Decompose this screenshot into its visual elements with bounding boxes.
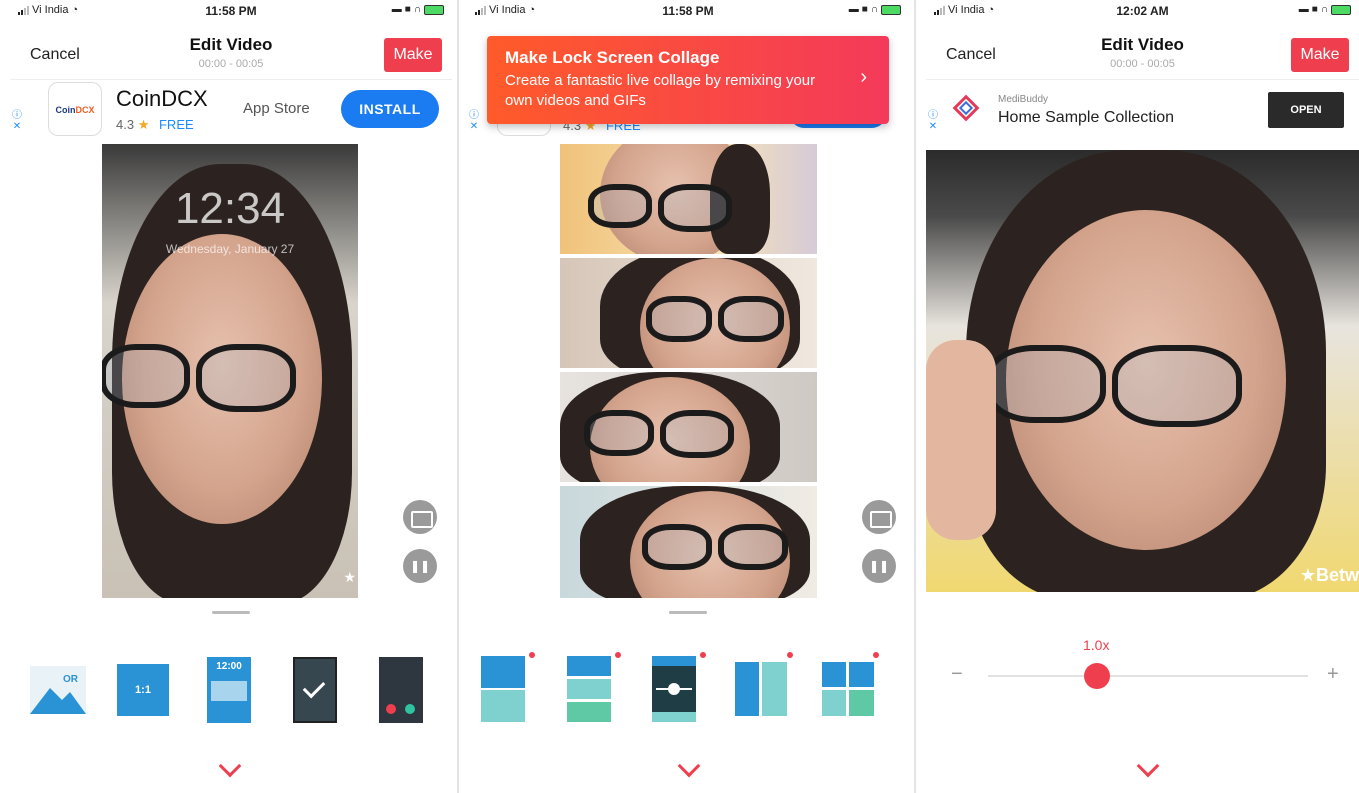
make-button[interactable]: Make <box>1291 38 1349 72</box>
screen-edit-video: Vi India ◔ 11:58 PM ▬ ■ ∩ Cancel Edit Vide… <box>10 0 452 793</box>
tool-check-screen[interactable] <box>293 657 337 723</box>
status-icons: ▬ ■ ∩ <box>392 4 444 15</box>
screenshot-stage: Vi India ◔ 11:58 PM ▬ ■ ∩ Cancel Edit Vide… <box>0 0 1359 793</box>
ad-info-icon[interactable]: ⓘ ✕ <box>12 110 22 132</box>
speed-slider-track[interactable] <box>988 675 1308 677</box>
headphones-icon: ∩ <box>1320 4 1328 15</box>
star-overlay-icon: ★ <box>343 569 356 585</box>
check-icon <box>302 675 326 699</box>
new-badge <box>529 652 535 658</box>
make-button[interactable]: Make <box>384 38 442 72</box>
collage-strip-2[interactable] <box>560 258 817 368</box>
chevron-down-icon[interactable] <box>218 754 242 778</box>
ad-title: Home Sample Collection <box>998 109 1175 126</box>
overlay-text: ★Betw <box>1299 565 1359 585</box>
status-bar: Vi India ◔ 12:02 AM ▬ ■ ∩ <box>926 0 1359 22</box>
open-button[interactable]: OPEN <box>1268 92 1344 128</box>
screen-speed: Vi India ◔ 12:02 AM ▬ ■ ∩ Cancel Edit Vide… <box>926 0 1359 793</box>
pause-icon[interactable]: ❚❚ <box>403 549 437 583</box>
ad-close-icon[interactable]: ✕ <box>13 121 21 132</box>
clock-label: 12:00 <box>216 661 242 672</box>
layout-3-rows[interactable] <box>567 656 611 722</box>
lockscreen-date: Wednesday, January 27 <box>165 242 295 256</box>
ad-info-icon[interactable]: ⓘ ✕ <box>928 110 938 132</box>
decline-icon <box>386 704 396 714</box>
calendar-icon[interactable] <box>403 500 437 534</box>
chevron-down-icon[interactable] <box>677 754 701 778</box>
car-icon: ▬ <box>391 4 402 15</box>
screen-collage: Vi India ◔ 11:58 PM ▬ ■ ∩ 4.3 ★ FREE ⓘ ✕ Ma… <box>467 0 909 793</box>
layout-grid-4[interactable] <box>822 662 874 716</box>
plus-icon[interactable]: + <box>1327 663 1339 686</box>
glasses <box>102 344 296 412</box>
medibuddy-logo <box>952 94 980 122</box>
ad-close-icon[interactable]: ✕ <box>470 121 478 132</box>
status-time: 11:58 PM <box>205 4 257 18</box>
calendar-icon[interactable] <box>862 500 896 534</box>
layout-slider[interactable] <box>652 656 696 722</box>
headphones-icon: ∩ <box>413 4 421 15</box>
tool-ratio-1-1[interactable]: 1:1 <box>117 664 169 716</box>
banner-title: Make Lock Screen Collage <box>505 48 720 67</box>
ad-brand: MediBuddy <box>998 94 1049 105</box>
status-icons: ▬ ■ ∩ <box>849 4 901 15</box>
star-icon: ★ <box>137 117 150 132</box>
minus-icon[interactable]: − <box>951 663 963 686</box>
new-badge <box>787 652 793 658</box>
lock-icon: ■ <box>861 4 868 15</box>
sheet-handle[interactable] <box>669 611 707 614</box>
new-badge <box>700 652 706 658</box>
ad-info-icon[interactable]: ⓘ ✕ <box>469 110 479 132</box>
divider <box>457 0 459 793</box>
battery-icon <box>424 4 444 15</box>
ad-store-label: App Store <box>243 100 310 117</box>
speed-slider-knob[interactable] <box>1084 663 1110 689</box>
layout-2-cols[interactable] <box>735 662 787 716</box>
pause-icon[interactable]: ❚❚ <box>862 549 896 583</box>
video-preview[interactable]: ★Betw <box>926 150 1359 592</box>
accept-icon <box>405 704 415 714</box>
battery-icon <box>881 4 901 15</box>
status-bar: Vi India ◔ 11:58 PM ▬ ■ ∩ <box>10 0 452 22</box>
speed-value: 1.0x <box>1083 637 1110 653</box>
or-label: OR <box>63 674 78 685</box>
nav-bar: Cancel Edit Video 00:00 - 00:05 Make <box>926 28 1359 80</box>
battery-icon <box>1331 4 1351 15</box>
car-icon: ▬ <box>848 4 859 15</box>
ad-price: FREE <box>158 117 194 132</box>
slider-knob-icon <box>668 683 680 695</box>
ad-rating: 4.3 ★ FREE <box>116 117 194 132</box>
ad-app-name: CoinDCX <box>116 86 208 111</box>
lockscreen-clock: 12:34 <box>174 184 286 233</box>
collage-banner[interactable]: Make Lock Screen Collage Create a fantas… <box>487 36 889 124</box>
chevron-down-icon[interactable] <box>1136 754 1160 778</box>
status-bar: Vi India ◔ 11:58 PM ▬ ■ ∩ <box>467 0 909 22</box>
collage-strip-1[interactable] <box>560 144 817 254</box>
new-badge <box>873 652 879 658</box>
tool-image-or[interactable]: OR <box>30 666 86 714</box>
tool-lockscreen-12[interactable]: 12:00 <box>207 657 251 723</box>
banner-body: Create a fantastic live collage by remix… <box>505 72 816 109</box>
collage-strip-3[interactable] <box>560 372 817 482</box>
car-icon: ▬ <box>1298 4 1309 15</box>
layout-2-rows[interactable] <box>481 656 525 722</box>
status-time: 11:58 PM <box>662 4 714 18</box>
tool-call-screen[interactable] <box>379 657 423 723</box>
chevron-right-icon: › <box>860 66 867 88</box>
ad-close-icon[interactable]: ✕ <box>929 121 937 132</box>
hand <box>926 340 996 540</box>
headphones-icon: ∩ <box>870 4 878 15</box>
status-icons: ▬ ■ ∩ <box>1299 4 1351 15</box>
lock-icon: ■ <box>1311 4 1318 15</box>
video-preview[interactable]: 12:34 Wednesday, January 27 ★ <box>102 144 358 598</box>
coindcx-logo: CoinDCX <box>48 82 102 136</box>
sheet-handle[interactable] <box>212 611 250 614</box>
install-button[interactable]: INSTALL <box>341 90 439 128</box>
divider <box>914 0 916 793</box>
status-time: 12:02 AM <box>1116 4 1169 18</box>
nav-bar: Cancel Edit Video 00:00 - 00:05 Make <box>10 28 452 80</box>
lock-icon: ■ <box>404 4 411 15</box>
collage-strip-4[interactable] <box>560 486 817 598</box>
new-badge <box>615 652 621 658</box>
